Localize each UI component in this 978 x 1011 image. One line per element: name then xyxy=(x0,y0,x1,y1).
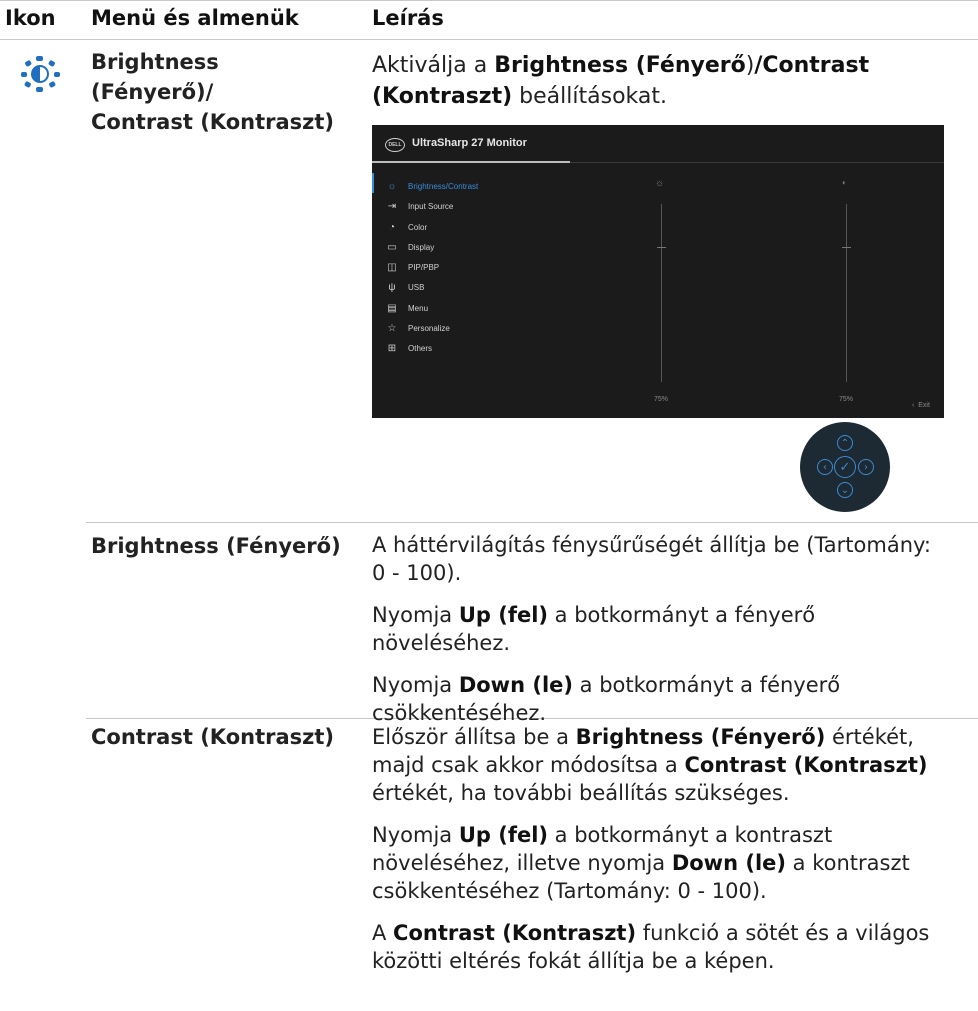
contrast-description: Először állítsa be a Brightness (Fényerő… xyxy=(372,725,930,973)
dell-logo: DELL xyxy=(385,138,405,152)
check-icon[interactable]: ✓ xyxy=(834,456,856,478)
brightness-contrast-icon xyxy=(21,56,60,92)
osd-item-input-source[interactable]: ⇥ Input Source xyxy=(386,197,576,217)
menu-brightness: Brightness (Fényerő) xyxy=(91,534,341,558)
down-arrow-icon[interactable]: ⌄ xyxy=(837,482,853,498)
brightness-slider-handle[interactable] xyxy=(657,247,666,248)
brightness-value: 75% xyxy=(654,396,669,403)
exit-button[interactable]: ‹ Exit xyxy=(912,402,930,409)
osd-item-menu[interactable]: ▤ Menu xyxy=(386,299,576,319)
chevron-left-icon: ‹ xyxy=(912,402,915,409)
menu-contrast: Contrast (Kontraszt) xyxy=(91,725,335,749)
osd-item-usb[interactable]: ψ USB xyxy=(386,278,576,298)
joystick: ⌃ ‹ ✓ › ⌄ xyxy=(800,422,890,512)
brightness-description: A háttérvilágítás fénysűrűségét állítja … xyxy=(372,533,932,725)
monitor-icon: ▭ xyxy=(387,242,397,253)
osd-item-brightness-contrast[interactable]: ☼ Brightness/Contrast xyxy=(386,177,576,197)
osd-item-personalize[interactable]: ☆ Personalize xyxy=(386,319,576,339)
sun-icon: ☼ xyxy=(387,181,397,192)
osd-active-indicator xyxy=(372,173,374,193)
osd-title: UltraSharp 27 Monitor xyxy=(412,137,527,149)
contrast-slider-icon: ◐ xyxy=(842,178,847,187)
brightness-slider-track[interactable] xyxy=(661,204,662,382)
usb-icon: ψ xyxy=(388,282,396,293)
menu-icon: ▤ xyxy=(387,303,397,314)
others-icon: ⊞ xyxy=(387,343,397,354)
palette-icon: ◔ xyxy=(388,222,396,233)
osd-header-underline xyxy=(372,161,570,163)
row-divider-1 xyxy=(86,522,978,523)
up-arrow-icon[interactable]: ⌃ xyxy=(837,435,853,451)
table-top-rule xyxy=(0,0,978,1)
menu-brightness-contrast: Brightness (Fényerő)/ Contrast (Kontrasz… xyxy=(91,50,335,134)
osd-item-display[interactable]: ▭ Display xyxy=(386,238,576,258)
main-description: Aktiválja a Brightness (Fényerő)/Contras… xyxy=(372,53,870,109)
osd-screenshot: DELL UltraSharp 27 Monitor ☼ Brightness/… xyxy=(372,125,944,418)
contrast-slider-track[interactable] xyxy=(846,204,847,382)
left-arrow-icon[interactable]: ‹ xyxy=(817,459,833,475)
pip-icon: ◫ xyxy=(387,262,397,273)
star-icon: ☆ xyxy=(387,323,397,334)
osd-item-others[interactable]: ⊞ Others xyxy=(386,339,576,359)
osd-item-color[interactable]: ◔ Color xyxy=(386,218,576,238)
contrast-slider-handle[interactable] xyxy=(842,247,851,248)
header-icon: Ikon xyxy=(5,6,56,30)
osd-item-pip-pbp[interactable]: ◫ PIP/PBP xyxy=(386,258,576,278)
header-menu: Menü és almenük xyxy=(91,6,299,30)
contrast-value: 75% xyxy=(839,396,854,403)
brightness-slider-icon: ☼ xyxy=(655,178,665,189)
input-icon: ⇥ xyxy=(387,201,397,212)
header-bottom-rule xyxy=(0,39,978,40)
right-arrow-icon[interactable]: › xyxy=(858,459,874,475)
header-description: Leírás xyxy=(372,6,444,30)
